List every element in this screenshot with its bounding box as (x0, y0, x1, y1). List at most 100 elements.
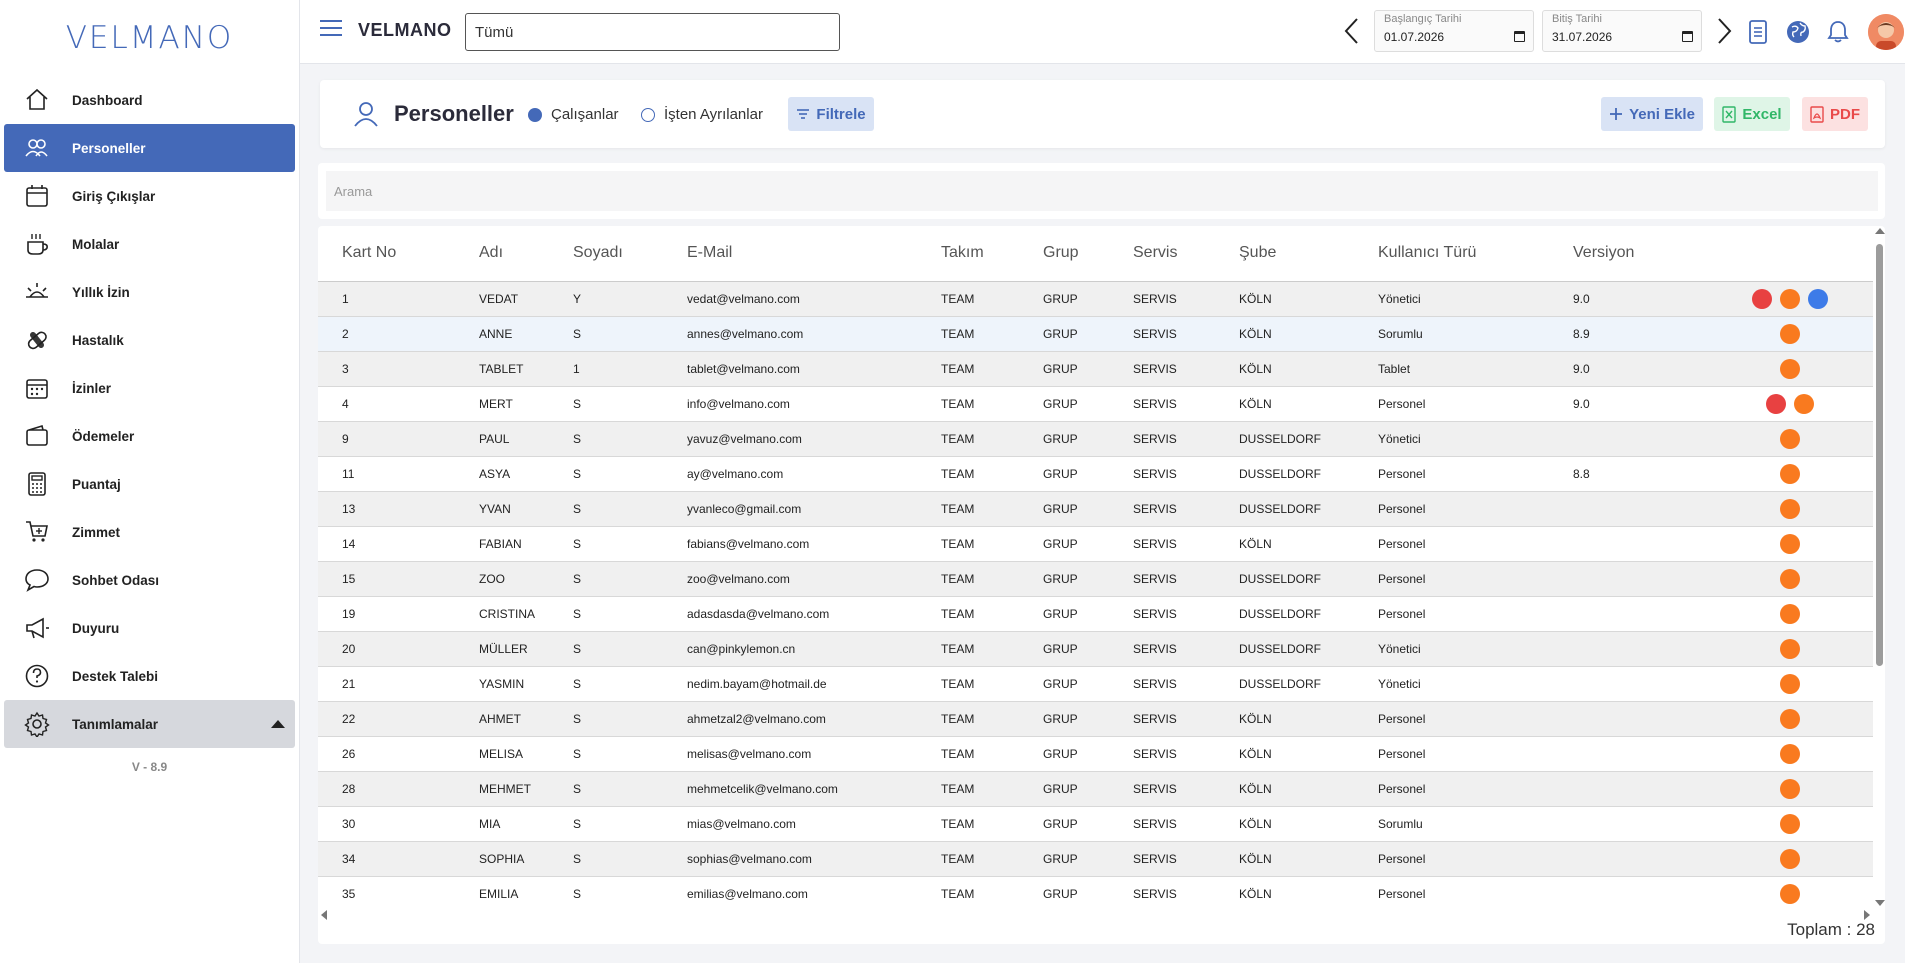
table-row[interactable]: 15 ZOO Szoo@velmano.com TEAM GRUP SERVIS DUSSE… (318, 561, 1873, 597)
menu-icon[interactable] (320, 20, 342, 38)
table-row[interactable]: 35 EMILIA Semilias@velmano.com TEAM GRUP SERV… (318, 876, 1873, 908)
status-dot-red[interactable] (1752, 288, 1772, 309)
user-avatar[interactable] (1868, 14, 1904, 50)
column-header[interactable]: Kart No (318, 226, 455, 282)
table-row[interactable]: 20 MÜLLER Scan@pinkylemon.cn TEAM GRUP SERVIS… (318, 631, 1873, 667)
excel-export-button[interactable]: Excel (1714, 97, 1790, 131)
status-dot-orange[interactable] (1794, 393, 1814, 414)
table-row[interactable]: 3 TABLET 1 tablet@velmano.com TEAM GRUP SERVIS… (318, 351, 1873, 387)
search-input[interactable] (326, 171, 1878, 211)
radio-left-employees[interactable]: İşten Ayrılanlar (641, 106, 763, 123)
status-dot-orange[interactable] (1780, 743, 1800, 764)
column-header[interactable]: Adı (455, 226, 549, 282)
scope-select-input[interactable] (465, 13, 840, 51)
scroll-down-arrow-icon[interactable] (1875, 900, 1885, 906)
status-dot-red[interactable] (1766, 393, 1786, 414)
sidebar-item-gear[interactable]: Tanımlamalar (4, 700, 295, 748)
start-date-field[interactable]: Başlangıç Tarihi 01.07.2026 (1374, 10, 1534, 52)
calendar-icon[interactable] (1682, 31, 1693, 42)
status-dot-orange[interactable] (1780, 533, 1800, 554)
column-header[interactable]: Kullanıcı Türü (1354, 226, 1549, 282)
column-header[interactable]: Versiyon (1549, 226, 1683, 282)
status-dot-orange[interactable] (1780, 323, 1800, 344)
status-dot-orange[interactable] (1780, 673, 1800, 694)
filter-button[interactable]: Filtrele (788, 97, 874, 131)
status-dot-orange[interactable] (1780, 463, 1800, 484)
horizontal-scrollbar[interactable] (318, 908, 1873, 920)
cell-ad: SOPHIA (455, 841, 549, 877)
table-row[interactable]: 1 VEDAT Yvedat@velmano.com TEAM GRUP SERVIS KÖ… (318, 281, 1873, 317)
scroll-right-arrow-icon[interactable] (1864, 910, 1870, 920)
caret-up-icon[interactable] (271, 720, 285, 728)
table-row[interactable]: 21 YASMIN Snedim.bayam@hotmail.de TEAM GRUP S… (318, 666, 1873, 702)
next-period-button[interactable] (1712, 14, 1736, 48)
sidebar-item-chat[interactable]: Sohbet Odası (4, 556, 295, 604)
status-dot-orange[interactable] (1780, 568, 1800, 589)
status-dot-blue[interactable] (1808, 288, 1828, 309)
sidebar-item-calculator[interactable]: Puantaj (4, 460, 295, 508)
sidebar-item-coffee[interactable]: Molalar (4, 220, 295, 268)
document-icon[interactable] (1744, 18, 1772, 46)
status-dot-orange[interactable] (1780, 708, 1800, 729)
status-dot-orange[interactable] (1780, 813, 1800, 834)
column-header[interactable]: Takım (917, 226, 1019, 282)
bell-icon[interactable] (1824, 18, 1852, 46)
cell-soyad: S (549, 561, 663, 597)
table-row[interactable]: 4 MERT Sinfo@velmano.com TEAM GRUP SERVIS KÖLN… (318, 386, 1873, 422)
status-dot-orange[interactable] (1780, 428, 1800, 449)
cell-takim: TEAM (917, 491, 1019, 527)
table-row[interactable]: 28 MEHMET Smehmetcelik@velmano.com TEAM GRUP… (318, 771, 1873, 807)
status-dot-orange[interactable] (1780, 848, 1800, 869)
status-dot-orange[interactable] (1780, 288, 1800, 309)
sidebar-item-calendar-days[interactable]: İzinler (4, 364, 295, 412)
scroll-left-arrow-icon[interactable] (321, 910, 327, 920)
sidebar-item-pill[interactable]: Hastalık (4, 316, 295, 364)
status-dot-orange[interactable] (1780, 603, 1800, 624)
radio-active-employees[interactable]: Çalışanlar (528, 106, 619, 123)
status-dot-orange[interactable] (1780, 358, 1800, 379)
sidebar-item-home[interactable]: Dashboard (4, 76, 295, 124)
cell-grup: GRUP (1019, 701, 1109, 737)
add-new-button[interactable]: Yeni Ekle (1601, 97, 1703, 131)
sidebar-item-cart[interactable]: Zimmet (4, 508, 295, 556)
cell-servis: SERVIS (1109, 316, 1215, 352)
table-row[interactable]: 19 CRISTINA Sadasdasda@velmano.com TEAM GRUP… (318, 596, 1873, 632)
vertical-scrollbar[interactable] (1873, 226, 1885, 908)
status-dot-orange[interactable] (1780, 883, 1800, 904)
table-row[interactable]: 11 ASYA Say@velmano.com TEAM GRUP SERVIS DUSSE… (318, 456, 1873, 492)
cell-tur: Yönetici (1354, 421, 1549, 457)
sidebar-item-users[interactable]: Personeller (4, 124, 295, 172)
table-row[interactable]: 34 SOPHIA Ssophias@velmano.com TEAM GRUP SERV… (318, 841, 1873, 877)
sidebar-item-help-circle[interactable]: Destek Talebi (4, 652, 295, 700)
table-row[interactable]: 2 ANNE Sannes@velmano.com TEAM GRUP SERVIS KÖL… (318, 316, 1873, 352)
table-row[interactable]: 9 PAUL Syavuz@velmano.com TEAM GRUP SERVIS DUS… (318, 421, 1873, 457)
table-row[interactable]: 26 MELISA Smelisas@velmano.com TEAM GRUP SERV… (318, 736, 1873, 772)
end-date-label: Bitiş Tarihi (1552, 13, 1602, 25)
sidebar-item-wallet[interactable]: Ödemeler (4, 412, 295, 460)
scroll-up-arrow-icon[interactable] (1875, 228, 1885, 234)
column-header[interactable]: E-Mail (663, 226, 917, 282)
cell-sube: DUSSELDORF (1215, 666, 1354, 702)
globe-icon[interactable] (1784, 18, 1812, 46)
table-row[interactable]: 13 YVAN Syvanleco@gmail.com TEAM GRUP SERVIS D… (318, 491, 1873, 527)
column-header[interactable]: Grup (1019, 226, 1109, 282)
calendar-icon[interactable] (1514, 31, 1525, 42)
cell-sube: KÖLN (1215, 736, 1354, 772)
prev-period-button[interactable] (1340, 14, 1364, 48)
sidebar-item-megaphone[interactable]: Duyuru (4, 604, 295, 652)
end-date-field[interactable]: Bitiş Tarihi 31.07.2026 (1542, 10, 1702, 52)
column-header[interactable] (1683, 226, 1873, 282)
table-row[interactable]: 14 FABIAN Sfabians@velmano.com TEAM GRUP SERV… (318, 526, 1873, 562)
sidebar-item-sunset[interactable]: Yıllık İzin (4, 268, 295, 316)
column-header[interactable]: Soyadı (549, 226, 663, 282)
scrollbar-thumb[interactable] (1876, 244, 1883, 666)
column-header[interactable]: Servis (1109, 226, 1215, 282)
table-row[interactable]: 30 MIA Smias@velmano.com TEAM GRUP SERVIS KÖLN… (318, 806, 1873, 842)
table-row[interactable]: 22 AHMET Sahmetzal2@velmano.com TEAM GRUP SER… (318, 701, 1873, 737)
column-header[interactable]: Şube (1215, 226, 1354, 282)
pdf-export-button[interactable]: PDF (1802, 97, 1868, 131)
sidebar-item-calendar[interactable]: Giriş Çıkışlar (4, 172, 295, 220)
status-dot-orange[interactable] (1780, 778, 1800, 799)
status-dot-orange[interactable] (1780, 638, 1800, 659)
status-dot-orange[interactable] (1780, 498, 1800, 519)
